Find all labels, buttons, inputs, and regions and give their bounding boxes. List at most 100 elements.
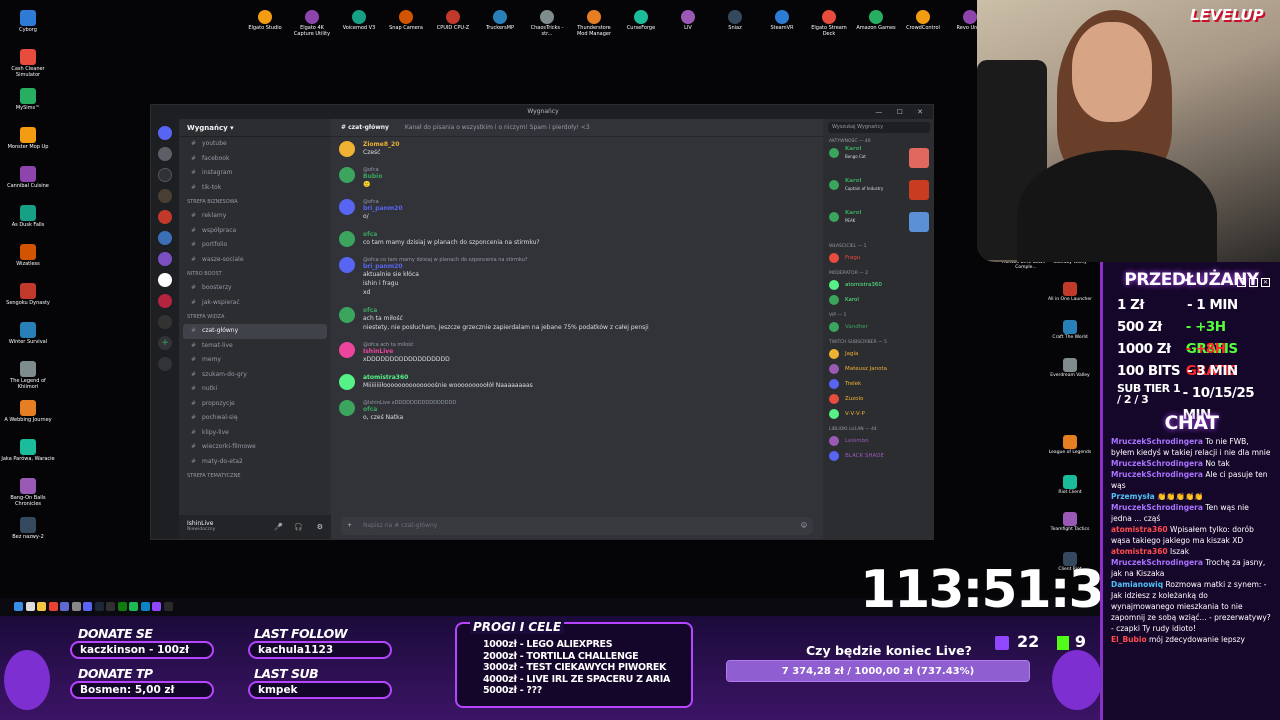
message[interactable]: Ziome8_20 Cześć xyxy=(331,141,823,157)
close-icon[interactable]: ✕ xyxy=(1261,278,1270,287)
discord-icon[interactable] xyxy=(83,602,92,611)
desktop-icon[interactable]: Bang-On Balls Chronicles xyxy=(1,478,55,507)
channel-category[interactable]: NITRO BOOST xyxy=(179,267,331,281)
desktop-icon[interactable]: All in One Launcher xyxy=(1044,282,1096,303)
channel-item[interactable]: # propozycje xyxy=(179,397,331,412)
obs-icon[interactable] xyxy=(106,602,115,611)
author-name[interactable]: ofca xyxy=(363,307,377,314)
server-icon[interactable] xyxy=(158,252,172,266)
chrome-icon[interactable] xyxy=(48,602,58,611)
settings-icon[interactable] xyxy=(71,602,81,611)
desktop-icon[interactable]: A Webbing Journey xyxy=(1,400,55,424)
author-name[interactable]: Ziome8_20 xyxy=(363,141,399,148)
explore-icon[interactable] xyxy=(158,357,172,371)
avatar[interactable] xyxy=(339,374,355,390)
server-icon[interactable] xyxy=(158,231,172,245)
server-icon[interactable] xyxy=(158,210,172,224)
channel-item[interactable]: # pochwal-się xyxy=(179,411,331,426)
channel-item[interactable]: # wasze-sociale xyxy=(179,253,331,268)
desktop-icon[interactable]: CurseForge xyxy=(619,10,663,32)
channel-item[interactable]: # czat-główny xyxy=(183,324,327,339)
desktop-icon[interactable]: Sengoku Dynasty xyxy=(1,283,55,307)
desktop-icon[interactable]: TruckersMP xyxy=(478,10,522,32)
channel-item[interactable]: # tik-tok xyxy=(179,181,331,196)
desktop-icon[interactable]: Cannibal Cuisine xyxy=(1,166,55,190)
message[interactable]: @ofca bri_panm20 o/ xyxy=(331,199,823,221)
member-item[interactable]: BLACK SHADE xyxy=(827,449,931,463)
avatar[interactable] xyxy=(339,257,355,273)
server-icon[interactable] xyxy=(158,168,172,182)
maximize-icon[interactable] xyxy=(1249,278,1258,287)
desktop-icon[interactable]: Teamfight Tactics xyxy=(1044,512,1096,533)
desktop-icon[interactable]: Elgato Stream Deck xyxy=(807,10,851,37)
desktop-icon[interactable]: Elgato Studio xyxy=(243,10,287,32)
channel-item[interactable]: # wieczorki-filmowe xyxy=(179,440,331,455)
avatar[interactable] xyxy=(339,231,355,247)
server-icon[interactable] xyxy=(158,189,172,203)
author-name[interactable]: ofca xyxy=(363,231,377,238)
steam-icon[interactable] xyxy=(94,602,104,611)
window-controls[interactable]: — ☐ ✕ xyxy=(875,105,929,119)
avatar[interactable] xyxy=(339,400,355,416)
desktop-icon[interactable]: CrowdControl xyxy=(901,10,945,32)
member-item[interactable]: Jagla xyxy=(827,347,931,361)
desktop-icon[interactable]: Amazon Games xyxy=(854,10,898,32)
channel-category[interactable]: STREFA TEMATYCZNE xyxy=(179,469,331,483)
desktop-icon[interactable]: SteamVR xyxy=(760,10,804,32)
windows-icon[interactable] xyxy=(14,602,23,611)
member-item[interactable]: Zuzolo xyxy=(827,392,931,406)
channel-item[interactable]: # nutki xyxy=(179,382,331,397)
desktop-icon[interactable]: Winter Survival xyxy=(1,322,55,346)
channel-item[interactable]: # boosterzy xyxy=(179,281,331,296)
edge-icon[interactable] xyxy=(140,602,150,611)
channel-item[interactable]: # temat-live xyxy=(179,339,331,354)
desktop-icon[interactable]: Bez nazwy-2 xyxy=(1,517,55,541)
spotify-icon[interactable] xyxy=(129,602,138,611)
desktop-icon[interactable]: CPUID CPU-Z xyxy=(431,10,475,32)
server-icon[interactable] xyxy=(158,294,172,308)
message-input[interactable]: Napisz na # czat-główny + ☺ xyxy=(341,517,813,535)
server-icon[interactable] xyxy=(158,315,172,329)
mic-icon[interactable]: 🎤 xyxy=(274,523,283,531)
desktop-icon[interactable]: Everdream Valley xyxy=(1044,358,1096,379)
author-name[interactable]: bri_panm20 xyxy=(363,205,403,212)
channel-item[interactable]: # szukam-do-gry xyxy=(179,368,331,383)
epic-icon[interactable] xyxy=(163,602,173,611)
desktop-icon[interactable]: Cash Cleaner Simulator xyxy=(1,49,55,78)
add-server-icon[interactable]: + xyxy=(158,336,172,350)
search-input[interactable]: Wyszukaj Wygnańcy xyxy=(828,122,930,133)
channel-item[interactable]: # klipy-live xyxy=(179,426,331,441)
avatar[interactable] xyxy=(339,199,355,215)
channel-category[interactable]: STREFA BIZNESOWA xyxy=(179,195,331,209)
channel-item[interactable]: # maty-do-eta2 xyxy=(179,455,331,470)
channel-item[interactable]: # współpraca xyxy=(179,224,331,239)
member-item[interactable]: V·V·V·P xyxy=(827,407,931,421)
desktop-icon[interactable]: LIV xyxy=(666,10,710,32)
desktop-icon[interactable]: Voicemod V3 xyxy=(337,10,381,32)
avatar[interactable] xyxy=(339,307,355,323)
headphones-icon[interactable]: 🎧 xyxy=(294,523,303,531)
store-icon[interactable] xyxy=(60,602,69,611)
desktop-icon[interactable]: ChaosTricks - str... xyxy=(525,10,569,37)
discord-home-icon[interactable] xyxy=(158,126,172,140)
desktop-icon[interactable]: League of Legends xyxy=(1044,435,1096,456)
author-name[interactable]: atomistra360 xyxy=(363,374,408,381)
author-name[interactable]: ofca xyxy=(363,406,377,413)
minimize-icon[interactable]: – xyxy=(1237,278,1246,287)
avatar[interactable] xyxy=(339,141,355,157)
desktop-icon[interactable]: Jaka Parówa, Waracie xyxy=(1,439,55,463)
channel-item[interactable]: # instagram xyxy=(179,166,331,181)
desktop-icon[interactable]: Monster Mop Up xyxy=(1,127,55,151)
member-item[interactable]: Mateusz Janota xyxy=(827,362,931,376)
server-name[interactable]: Wygnańcy ▾ xyxy=(179,119,331,137)
desktop-icon[interactable]: Craft The World xyxy=(1044,320,1096,341)
desktop-icon[interactable]: Elgato 4K Capture Utility xyxy=(290,10,334,37)
member-item[interactable]: Lelombo xyxy=(827,434,931,448)
author-name[interactable]: Bubio xyxy=(363,173,382,180)
desktop-icon[interactable]: Snap Camera xyxy=(384,10,428,32)
emoji-icon[interactable]: ☺ xyxy=(801,517,807,535)
member-item[interactable]: Trelek xyxy=(827,377,931,391)
message[interactable]: ofca ach ta miłość niestety, nie posłucham… xyxy=(331,307,823,332)
desktop-icon[interactable]: As Dusk Falls xyxy=(1,205,55,229)
channel-item[interactable]: # reklamy xyxy=(179,209,331,224)
